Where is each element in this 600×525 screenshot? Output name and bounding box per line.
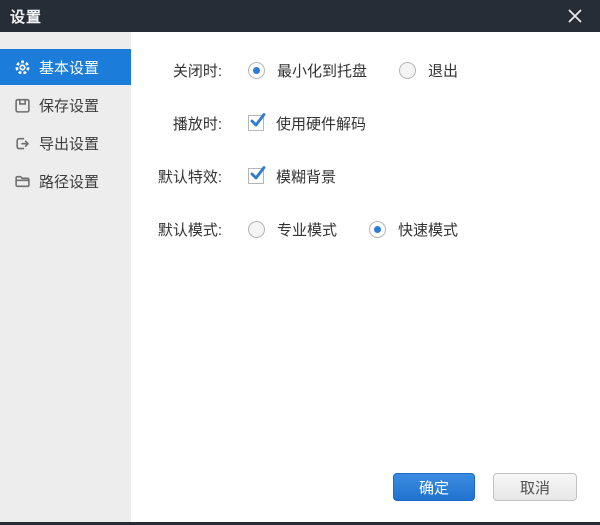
sidebar-item-basic-settings[interactable]: 基本设置: [0, 49, 131, 85]
row-label: 关闭时:: [172, 62, 222, 80]
close-icon: [567, 8, 583, 24]
close-behavior-row: 关闭时: 最小化到托盘 退出: [131, 53, 600, 87]
checkbox-blur-background[interactable]: [248, 166, 266, 184]
settings-sidebar: 基本设置 保存设置 导出设置 路径设置: [0, 32, 131, 522]
radio-minimize-to-tray[interactable]: [248, 61, 265, 79]
save-icon: [14, 97, 31, 114]
option-pro-mode[interactable]: 专业模式: [248, 219, 337, 240]
row-label: 播放时:: [172, 115, 222, 133]
row-label: 默认模式:: [157, 221, 222, 239]
sidebar-item-label: 路径设置: [39, 173, 100, 191]
title-bar: 设置: [0, 0, 600, 32]
gear-icon: [14, 59, 31, 76]
sidebar-item-label: 导出设置: [39, 135, 100, 153]
sidebar-item-path-settings[interactable]: 路径设置: [0, 163, 131, 199]
sidebar-item-save-settings[interactable]: 保存设置: [0, 87, 131, 123]
ok-button[interactable]: 确定: [393, 473, 475, 501]
settings-panel-basic: 关闭时: 最小化到托盘 退出 播放时: 使用硬件解码 默认特效: 模糊背景 默认…: [131, 32, 600, 522]
sidebar-item-label: 保存设置: [39, 97, 100, 115]
radio-quick-mode[interactable]: [369, 220, 387, 238]
radio-exit[interactable]: [399, 61, 417, 79]
sidebar-item-label: 基本设置: [39, 59, 100, 77]
playback-row: 播放时: 使用硬件解码: [131, 106, 600, 140]
row-label: 默认特效:: [157, 168, 222, 186]
checkbox-hardware-decode[interactable]: [248, 113, 266, 131]
close-button[interactable]: [556, 0, 594, 32]
settings-dialog: 设置 基本设置 保存设置 导出设置 路径设置 关闭时: 最小化到托盘 退出 播放…: [0, 0, 600, 525]
option-hardware-decode[interactable]: 使用硬件解码: [248, 113, 366, 134]
dialog-title: 设置: [10, 8, 43, 26]
option-quick-mode[interactable]: 快速模式: [369, 219, 458, 240]
option-exit[interactable]: 退出: [399, 60, 458, 81]
option-minimize-to-tray[interactable]: 最小化到托盘: [248, 60, 367, 81]
cancel-button[interactable]: 取消: [493, 473, 577, 501]
default-mode-row: 默认模式: 专业模式 快速模式: [131, 212, 600, 246]
option-blur-background[interactable]: 模糊背景: [248, 166, 336, 187]
export-icon: [14, 135, 31, 152]
sidebar-item-export-settings[interactable]: 导出设置: [0, 125, 131, 161]
radio-pro-mode[interactable]: [248, 220, 265, 238]
folder-icon: [14, 173, 31, 190]
default-effects-row: 默认特效: 模糊背景: [131, 159, 600, 193]
